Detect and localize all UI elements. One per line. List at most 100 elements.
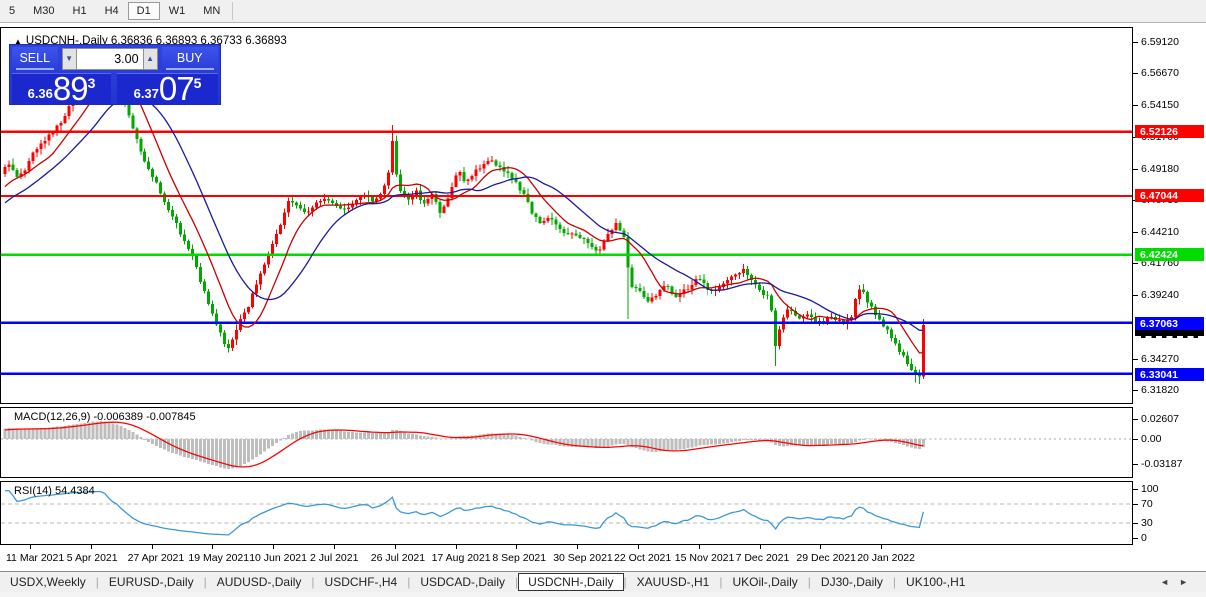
toolbar-separator xyxy=(232,2,234,20)
date-axis-tick xyxy=(334,545,335,549)
date-axis-label: 10 Jun 2021 xyxy=(249,552,307,564)
date-axis-label: 19 May 2021 xyxy=(188,552,250,564)
date-axis-label: 15 Nov 2021 xyxy=(674,552,735,564)
date-axis: 11 Mar 2021 5 Apr 2021 27 Apr 2021 19 May 2… xyxy=(0,545,1133,571)
price-level-tag: 6.47044 xyxy=(1135,189,1204,203)
rsi-axis-label: 0 xyxy=(1141,532,1147,544)
axis-tick xyxy=(1133,439,1138,440)
bid-price-prefix: 6.36 xyxy=(27,86,53,101)
date-axis-label: 8 Sep 2021 xyxy=(492,552,547,564)
timeframe-button-5[interactable]: 5 xyxy=(0,2,24,20)
bottom-strip xyxy=(0,592,1206,597)
date-axis-tick xyxy=(273,545,275,549)
axis-tick xyxy=(1133,489,1138,490)
volume-increase-button[interactable]: ▲ xyxy=(142,48,158,70)
chart-tab-ukoil-daily[interactable]: UKOil-,Daily xyxy=(722,573,807,591)
timeframe-button-h1[interactable]: H1 xyxy=(64,2,96,20)
price-axis: 6.591206.566706.541506.517006.491806.467… xyxy=(1133,27,1206,545)
timeframe-button-w1[interactable]: W1 xyxy=(160,2,195,20)
price-axis-label: 6.34270 xyxy=(1141,352,1179,365)
price-axis-label: 6.44210 xyxy=(1141,226,1179,239)
axis-tick xyxy=(1133,232,1138,234)
price-axis-label: 6.31820 xyxy=(1141,383,1179,396)
timeframe-button-d1[interactable]: D1 xyxy=(127,2,160,20)
axis-tick xyxy=(1133,73,1138,75)
axis-tick xyxy=(1133,358,1138,360)
date-axis-tick xyxy=(90,545,92,549)
date-axis-tick xyxy=(698,545,700,549)
timeframe-toolbar: 5 M30 H1 H4 D1 W1 MN xyxy=(0,0,1206,23)
date-axis-tick xyxy=(30,545,31,549)
date-axis-tick xyxy=(394,545,396,549)
chart-tab-xauusd-h1[interactable]: XAUUSD-,H1 xyxy=(627,573,720,591)
macd-axis-label: -0.03187 xyxy=(1141,457,1183,470)
price-axis-label: 6.49180 xyxy=(1141,162,1179,175)
macd-axis-label: 0.02607 xyxy=(1141,412,1179,425)
date-axis-tick xyxy=(881,545,883,549)
timeframe-button-mn[interactable]: MN xyxy=(194,2,229,20)
date-axis-label: 5 Apr 2021 xyxy=(66,552,118,564)
ask-price-pip-digit: 5 xyxy=(193,75,202,91)
timeframe-button-h4[interactable]: H4 xyxy=(96,2,128,20)
date-axis-tick xyxy=(759,545,761,549)
rsi-chart xyxy=(1,490,1132,536)
chart-tab-bar: USDX,Weekly | EURUSD-,Daily | AUDUSD-,Daily |… xyxy=(0,571,1206,592)
rsi-label: RSI(14) 54.4384 xyxy=(14,485,95,497)
chart-tab-eurusd-daily[interactable]: EURUSD-,Daily xyxy=(99,573,204,591)
date-axis-label: 20 Jan 2022 xyxy=(857,552,915,564)
axis-tick xyxy=(1133,105,1138,107)
price-level-tag: 6.42424 xyxy=(1135,248,1204,262)
bid-price-pip-digit: 3 xyxy=(87,75,96,91)
date-axis-label: 11 Mar 2021 xyxy=(6,552,65,564)
sell-button[interactable]: SELL xyxy=(12,47,58,71)
volume-decrease-button[interactable]: ▼ xyxy=(61,48,77,70)
price-axis-label: 6.56670 xyxy=(1141,67,1179,80)
date-axis-label: 29 Dec 2021 xyxy=(796,552,856,564)
date-axis-label: 26 Jul 2021 xyxy=(370,552,426,564)
date-axis-tick xyxy=(212,545,214,549)
chart-tab-usdx-weekly[interactable]: USDX,Weekly xyxy=(0,573,96,591)
axis-tick xyxy=(1133,42,1138,43)
date-axis-tick xyxy=(516,545,518,549)
chart-tab-usdcad-daily[interactable]: USDCAD-,Daily xyxy=(410,573,515,591)
bid-price-big-digits: 89 xyxy=(52,70,89,107)
volume-input[interactable] xyxy=(76,48,143,70)
ask-price-big-digits: 07 xyxy=(158,70,195,107)
macd-label: MACD(12,26,9) -0.006389 -0.007845 xyxy=(14,411,196,423)
axis-tick xyxy=(1133,263,1138,265)
date-axis-tick xyxy=(820,545,822,549)
price-level-tag: 6.37063 xyxy=(1135,316,1204,330)
price-level-tag: 6.33041 xyxy=(1135,367,1204,381)
axis-tick xyxy=(1133,523,1138,525)
chart-tab-audusd-daily[interactable]: AUDUSD-,Daily xyxy=(207,573,312,591)
axis-tick xyxy=(1133,538,1138,539)
chart-tab-dj30-daily[interactable]: DJ30-,Daily xyxy=(811,573,893,591)
trading-platform-window: 5 M30 H1 H4 D1 W1 MN ▲ USDCNH-,Daily 6.36836 6.… xyxy=(0,0,1206,597)
rsi-axis-label: 30 xyxy=(1141,517,1153,530)
rsi-axis-label: 100 xyxy=(1141,483,1159,495)
bid-price-display[interactable]: 6.36 89 3 xyxy=(12,70,112,107)
date-axis-tick xyxy=(577,545,579,549)
price-level-tag: 6.52126 xyxy=(1135,124,1204,138)
chart-tab-usdcnh-daily[interactable]: USDCNH-,Daily xyxy=(518,573,624,591)
axis-tick xyxy=(1133,168,1138,170)
chart-tab-uk100-h1[interactable]: UK100-,H1 xyxy=(896,573,975,591)
chart-tab-usdchf-h4[interactable]: USDCHF-,H4 xyxy=(315,573,408,591)
buy-button[interactable]: BUY xyxy=(161,47,218,71)
one-click-trade-panel: SELL ▼ ▲ BUY 6.36 89 3 6.37 07 5 xyxy=(9,44,221,105)
price-axis-label: 6.54150 xyxy=(1141,99,1179,112)
rsi-axis-label: 70 xyxy=(1141,497,1153,510)
axis-tick xyxy=(1133,503,1138,505)
timeframe-button-m30[interactable]: M30 xyxy=(24,2,63,20)
date-axis-tick xyxy=(638,545,639,549)
rsi-indicator-pane[interactable]: RSI(14) 54.4384 xyxy=(0,481,1133,545)
ask-price-display[interactable]: 6.37 07 5 xyxy=(117,70,218,107)
axis-tick xyxy=(1133,295,1138,297)
price-axis-label: 6.59120 xyxy=(1141,36,1179,48)
date-axis-label: 7 Dec 2021 xyxy=(735,552,790,564)
macd-indicator-pane[interactable]: MACD(12,26,9) -0.006389 -0.007845 xyxy=(0,407,1133,478)
macd-axis-label: 0.00 xyxy=(1141,433,1162,445)
tab-scroll-arrows[interactable]: ◄► xyxy=(1160,577,1198,587)
date-axis-label: 17 Aug 2021 xyxy=(431,552,491,564)
axis-tick xyxy=(1133,418,1138,420)
